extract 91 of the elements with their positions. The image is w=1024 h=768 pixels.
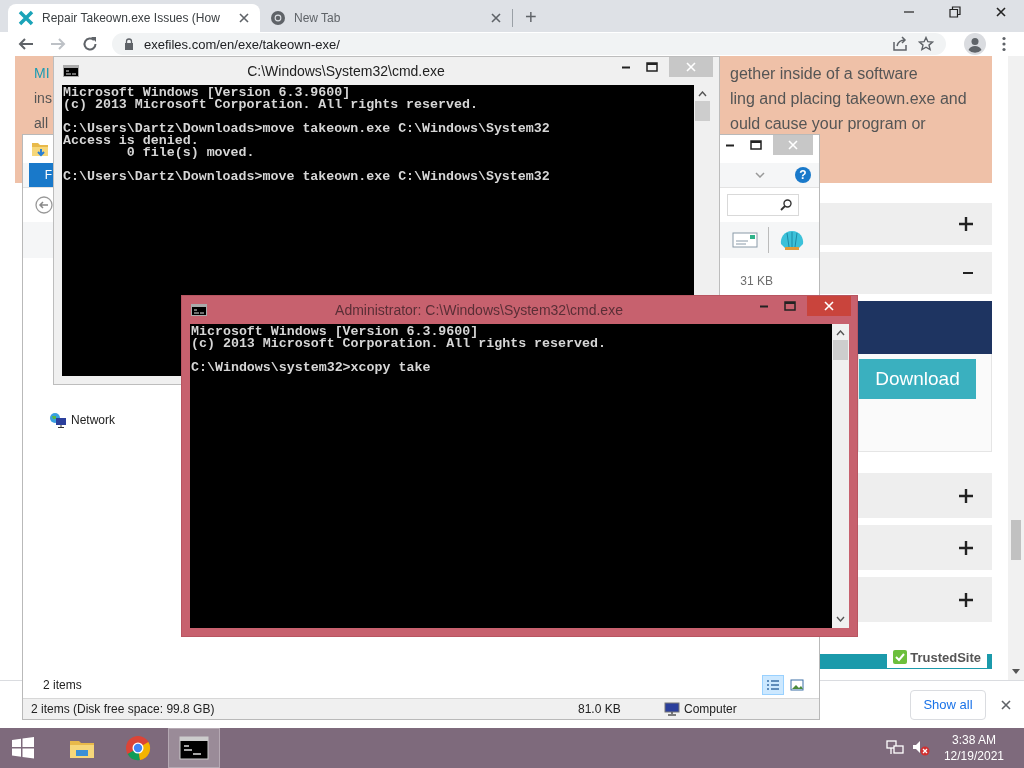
back-button-icon[interactable]: [35, 196, 53, 214]
image-icon: [790, 679, 804, 691]
lock-icon: [124, 38, 134, 50]
file-size: 31 KB: [740, 274, 773, 288]
close-button[interactable]: [807, 296, 851, 316]
chevron-down-icon[interactable]: [755, 172, 765, 178]
status-text: 2 items (Disk free space: 99.8 GB): [31, 702, 216, 716]
plus-icon: [959, 540, 973, 555]
taskbar-button[interactable]: [168, 728, 220, 768]
new-tab-button[interactable]: +: [517, 5, 545, 32]
help-button[interactable]: ?: [795, 167, 811, 183]
console-icon: [63, 65, 79, 77]
minimize-icon: [621, 65, 631, 69]
shell-icon[interactable]: [779, 229, 805, 251]
console-line: (c) 2013 Microsoft Corporation. All rights reserved.: [63, 99, 479, 111]
close-icon[interactable]: [995, 5, 1007, 18]
console-line: (c) 2013 Microsoft Corporation. All rights reserved.: [191, 338, 607, 350]
plus-icon: [959, 488, 973, 503]
back-arrow-icon[interactable]: [18, 36, 34, 52]
maximize-icon: [646, 62, 658, 72]
computer-icon: [664, 702, 680, 716]
scrollbar[interactable]: [1008, 56, 1024, 680]
clock-time[interactable]: 3:38 AM: [943, 732, 1004, 748]
browser-icon: [270, 10, 286, 26]
browser-tab[interactable]: Repair Takeown.exe Issues (How: [8, 4, 260, 32]
scrollbar[interactable]: [832, 324, 849, 628]
status-text: Computer: [684, 702, 737, 716]
search-icon: [780, 199, 792, 211]
close-icon: [686, 62, 696, 72]
ribbon-tab[interactable]: F: [29, 163, 55, 187]
minimize-icon: [759, 304, 769, 308]
console-line: Access is denied.: [63, 135, 200, 147]
scrollbar-thumb[interactable]: [695, 101, 710, 121]
reload-icon[interactable]: [82, 36, 98, 52]
search-field[interactable]: [727, 194, 799, 216]
maximize-icon: [784, 301, 796, 311]
clock-date[interactable]: 12/19/2021: [943, 748, 1004, 764]
address-bar[interactable]: exefiles.com/en/exe/takeown-exe/: [112, 33, 946, 55]
paragraph-text: all: [34, 114, 48, 133]
console-line: 0 file(s) moved.: [125, 147, 256, 159]
paragraph-text: ling and placing takeown.exe and: [730, 89, 967, 109]
window-title: Administrator: C:\Windows\System32\cmd.exe: [334, 302, 624, 318]
list-icon: [766, 679, 780, 691]
minimize-icon: [725, 143, 735, 147]
console-line: C:\Users\Dartz\Downloads>move takeown.exe C:\Windows\System32: [63, 171, 551, 183]
paragraph-text: ins: [34, 89, 52, 108]
caret-up-icon[interactable]: [698, 91, 707, 97]
browser-tab[interactable]: New Tab: [260, 4, 512, 32]
network-icon[interactable]: [885, 740, 904, 756]
folder-icon: [31, 141, 49, 157]
details-view-button[interactable]: [762, 675, 784, 695]
menu-icon[interactable]: [1002, 36, 1006, 52]
share-icon[interactable]: [892, 36, 908, 52]
show-all-button[interactable]: Show all: [910, 689, 986, 720]
network-icon: [49, 412, 67, 428]
close-icon[interactable]: [238, 12, 250, 24]
profile-icon[interactable]: [964, 33, 986, 55]
envelope-icon[interactable]: [732, 232, 758, 248]
console-line: C:\Users\Dartz\Downloads>move takeown.exe C:\Windows\System32: [63, 123, 551, 135]
minus-icon: [963, 271, 973, 275]
console-line: C:\Windows\system32>xcopy take: [191, 362, 432, 374]
plus-icon: [959, 217, 973, 231]
close-icon: [788, 140, 798, 150]
item-count: 2 items: [43, 678, 82, 692]
url-text: exefiles.com/en/exe/takeown-exe/: [144, 36, 340, 52]
plus-icon: [959, 592, 973, 607]
paragraph-text: ould cause your program or: [730, 114, 926, 134]
console-line: Microsoft Windows [Version 6.3.9600]: [63, 87, 351, 99]
muted-speaker-icon[interactable]: [911, 740, 930, 756]
paragraph-text: gether inside of a software: [730, 64, 918, 84]
restore-icon[interactable]: [949, 5, 961, 18]
window-title: C:\Windows\System32\cmd.exe: [246, 63, 446, 79]
cross-logo-icon: [18, 10, 34, 26]
caret-down-icon[interactable]: [836, 616, 845, 622]
status-text: 81.0 KB: [578, 702, 622, 716]
scrollbar-thumb[interactable]: [833, 340, 848, 360]
nav-item[interactable]: Network: [71, 413, 115, 427]
console-line: Microsoft Windows [Version 6.3.9600]: [191, 326, 479, 338]
browser-icon: [124, 734, 152, 762]
scrollbar-thumb[interactable]: [1011, 520, 1021, 560]
close-icon[interactable]: [1000, 698, 1012, 711]
console-icon: [191, 304, 207, 316]
caret-down-icon[interactable]: [1012, 669, 1020, 674]
console-icon: [179, 734, 209, 762]
star-icon[interactable]: [918, 36, 934, 52]
maximize-icon: [750, 140, 762, 150]
caret-up-icon[interactable]: [836, 330, 845, 336]
start-button-icon[interactable]: [10, 735, 36, 761]
check-icon: [893, 650, 908, 664]
download-button[interactable]: Download: [859, 359, 976, 399]
close-icon: [824, 301, 834, 311]
